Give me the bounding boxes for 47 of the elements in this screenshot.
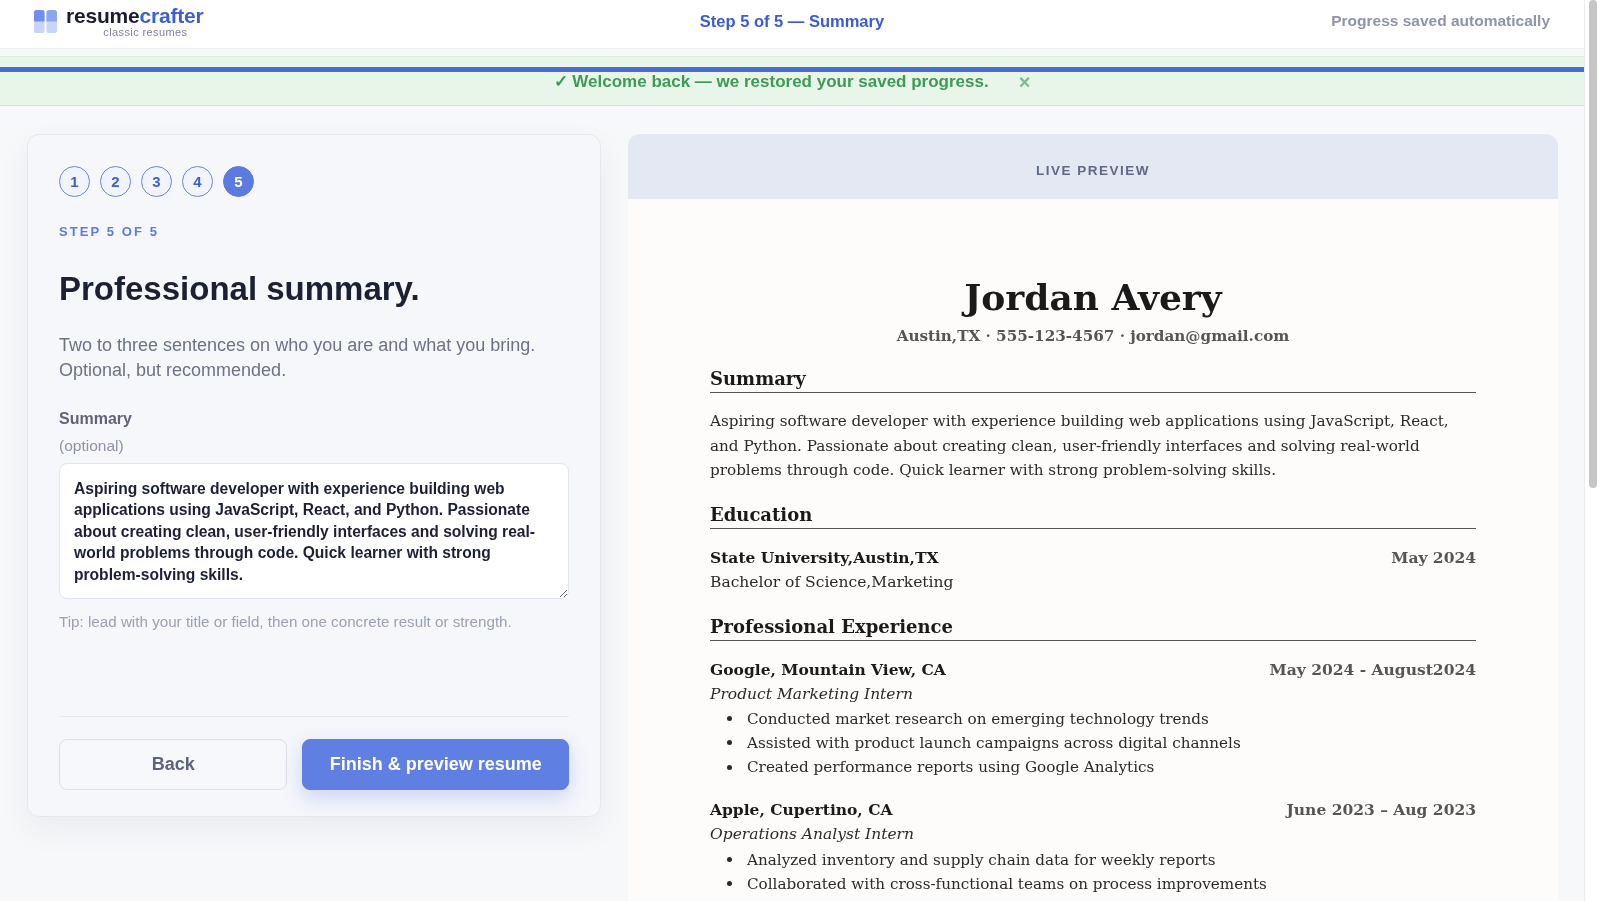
scrollbar-thumb[interactable] (1588, 0, 1597, 488)
entry-date: May 2024 (1391, 546, 1476, 569)
logo-icon (34, 10, 57, 33)
section-heading: Education (710, 503, 813, 525)
step-caption: STEP 5 OF 5 (59, 224, 161, 240)
step-indicator[interactable]: 3 (141, 166, 172, 197)
step-title: Step 5 of 5 — Summary (699, 12, 885, 31)
job-title: Operations Analyst Intern (710, 824, 915, 846)
resume-contact: Austin,TX · 555-123-4567 · jordan@gmail.com (895, 326, 1291, 347)
summary-text: Aspiring software developer with experience building web applications using JavaScript, React, and Python. Passionate about creating clean, user-friendly interfaces and solving real-world problems through code. Quick learner with strong problem-solving skills. (710, 411, 1450, 481)
description-text: Two to three sentences on who you are and what you bring. Optional, but recommended. (59, 334, 537, 382)
step-indicator[interactable]: 1 (59, 166, 90, 197)
resume-name: Jordan Avery (710, 275, 1476, 319)
brand-name: resumecrafter (66, 5, 204, 27)
step-indicator[interactable]: 4 (182, 166, 213, 197)
entry-title: Apple, Cupertino, CA (710, 799, 893, 822)
finish-button[interactable]: Finish & preview resume (302, 739, 569, 790)
job-title: Product Marketing Intern (710, 683, 914, 705)
bullet-text: Created performance reports using Google Analytics (747, 757, 1155, 778)
bullet-icon (727, 764, 732, 770)
bullet-text: Collaborated with cross-functional teams on process improvements (747, 873, 1267, 894)
field-hint: (optional) (59, 437, 125, 455)
bullet-text: Analyzed inventory and supply chain data for weekly reports (747, 849, 1216, 870)
save-status: Progress saved automatically (1331, 12, 1550, 30)
entry-date: May 2024 - August2024 (1269, 658, 1476, 681)
step-indicator[interactable]: 5 (223, 166, 254, 197)
preview-title: LIVE PREVIEW (1036, 161, 1150, 180)
summary-field[interactable]: Aspiring software developer with experience building web applications using JavaScript, React, and Python. Passionate about creating clean, user-friendly interfaces and solving real-world problems through code. Quick learner with strong problem-solving skills. (59, 463, 569, 599)
tip-text: Tip: lead with your title or field, then one concrete result or strength. (59, 613, 513, 631)
bullet-icon (727, 740, 732, 746)
step-indicator[interactable]: 2 (100, 166, 131, 197)
bullet-icon (727, 716, 732, 722)
back-button[interactable]: Back (59, 739, 288, 790)
entry-title: Google, Mountain View, CA (710, 658, 946, 681)
bullet-icon (727, 881, 732, 887)
field-label: Summary (59, 410, 133, 428)
brand-tagline: classic resumes (103, 27, 188, 38)
bullet-icon (727, 857, 732, 863)
entry-detail: Bachelor of Science,Marketing (710, 571, 955, 593)
banner-message: ✓ Welcome back — we restored your saved progress. (553, 72, 989, 92)
page-heading: Professional summary. (59, 269, 421, 309)
section-heading: Summary (710, 368, 806, 389)
entry-title: State University,Austin,TX (710, 546, 939, 569)
entry-date: June 2023 – Aug 2023 (1286, 799, 1476, 822)
bullet-text: Assisted with product launch campaigns across digital channels (747, 732, 1241, 753)
section-heading: Professional Experience (710, 615, 953, 637)
bullet-text: Conducted market research on emerging technology trends (747, 708, 1209, 729)
